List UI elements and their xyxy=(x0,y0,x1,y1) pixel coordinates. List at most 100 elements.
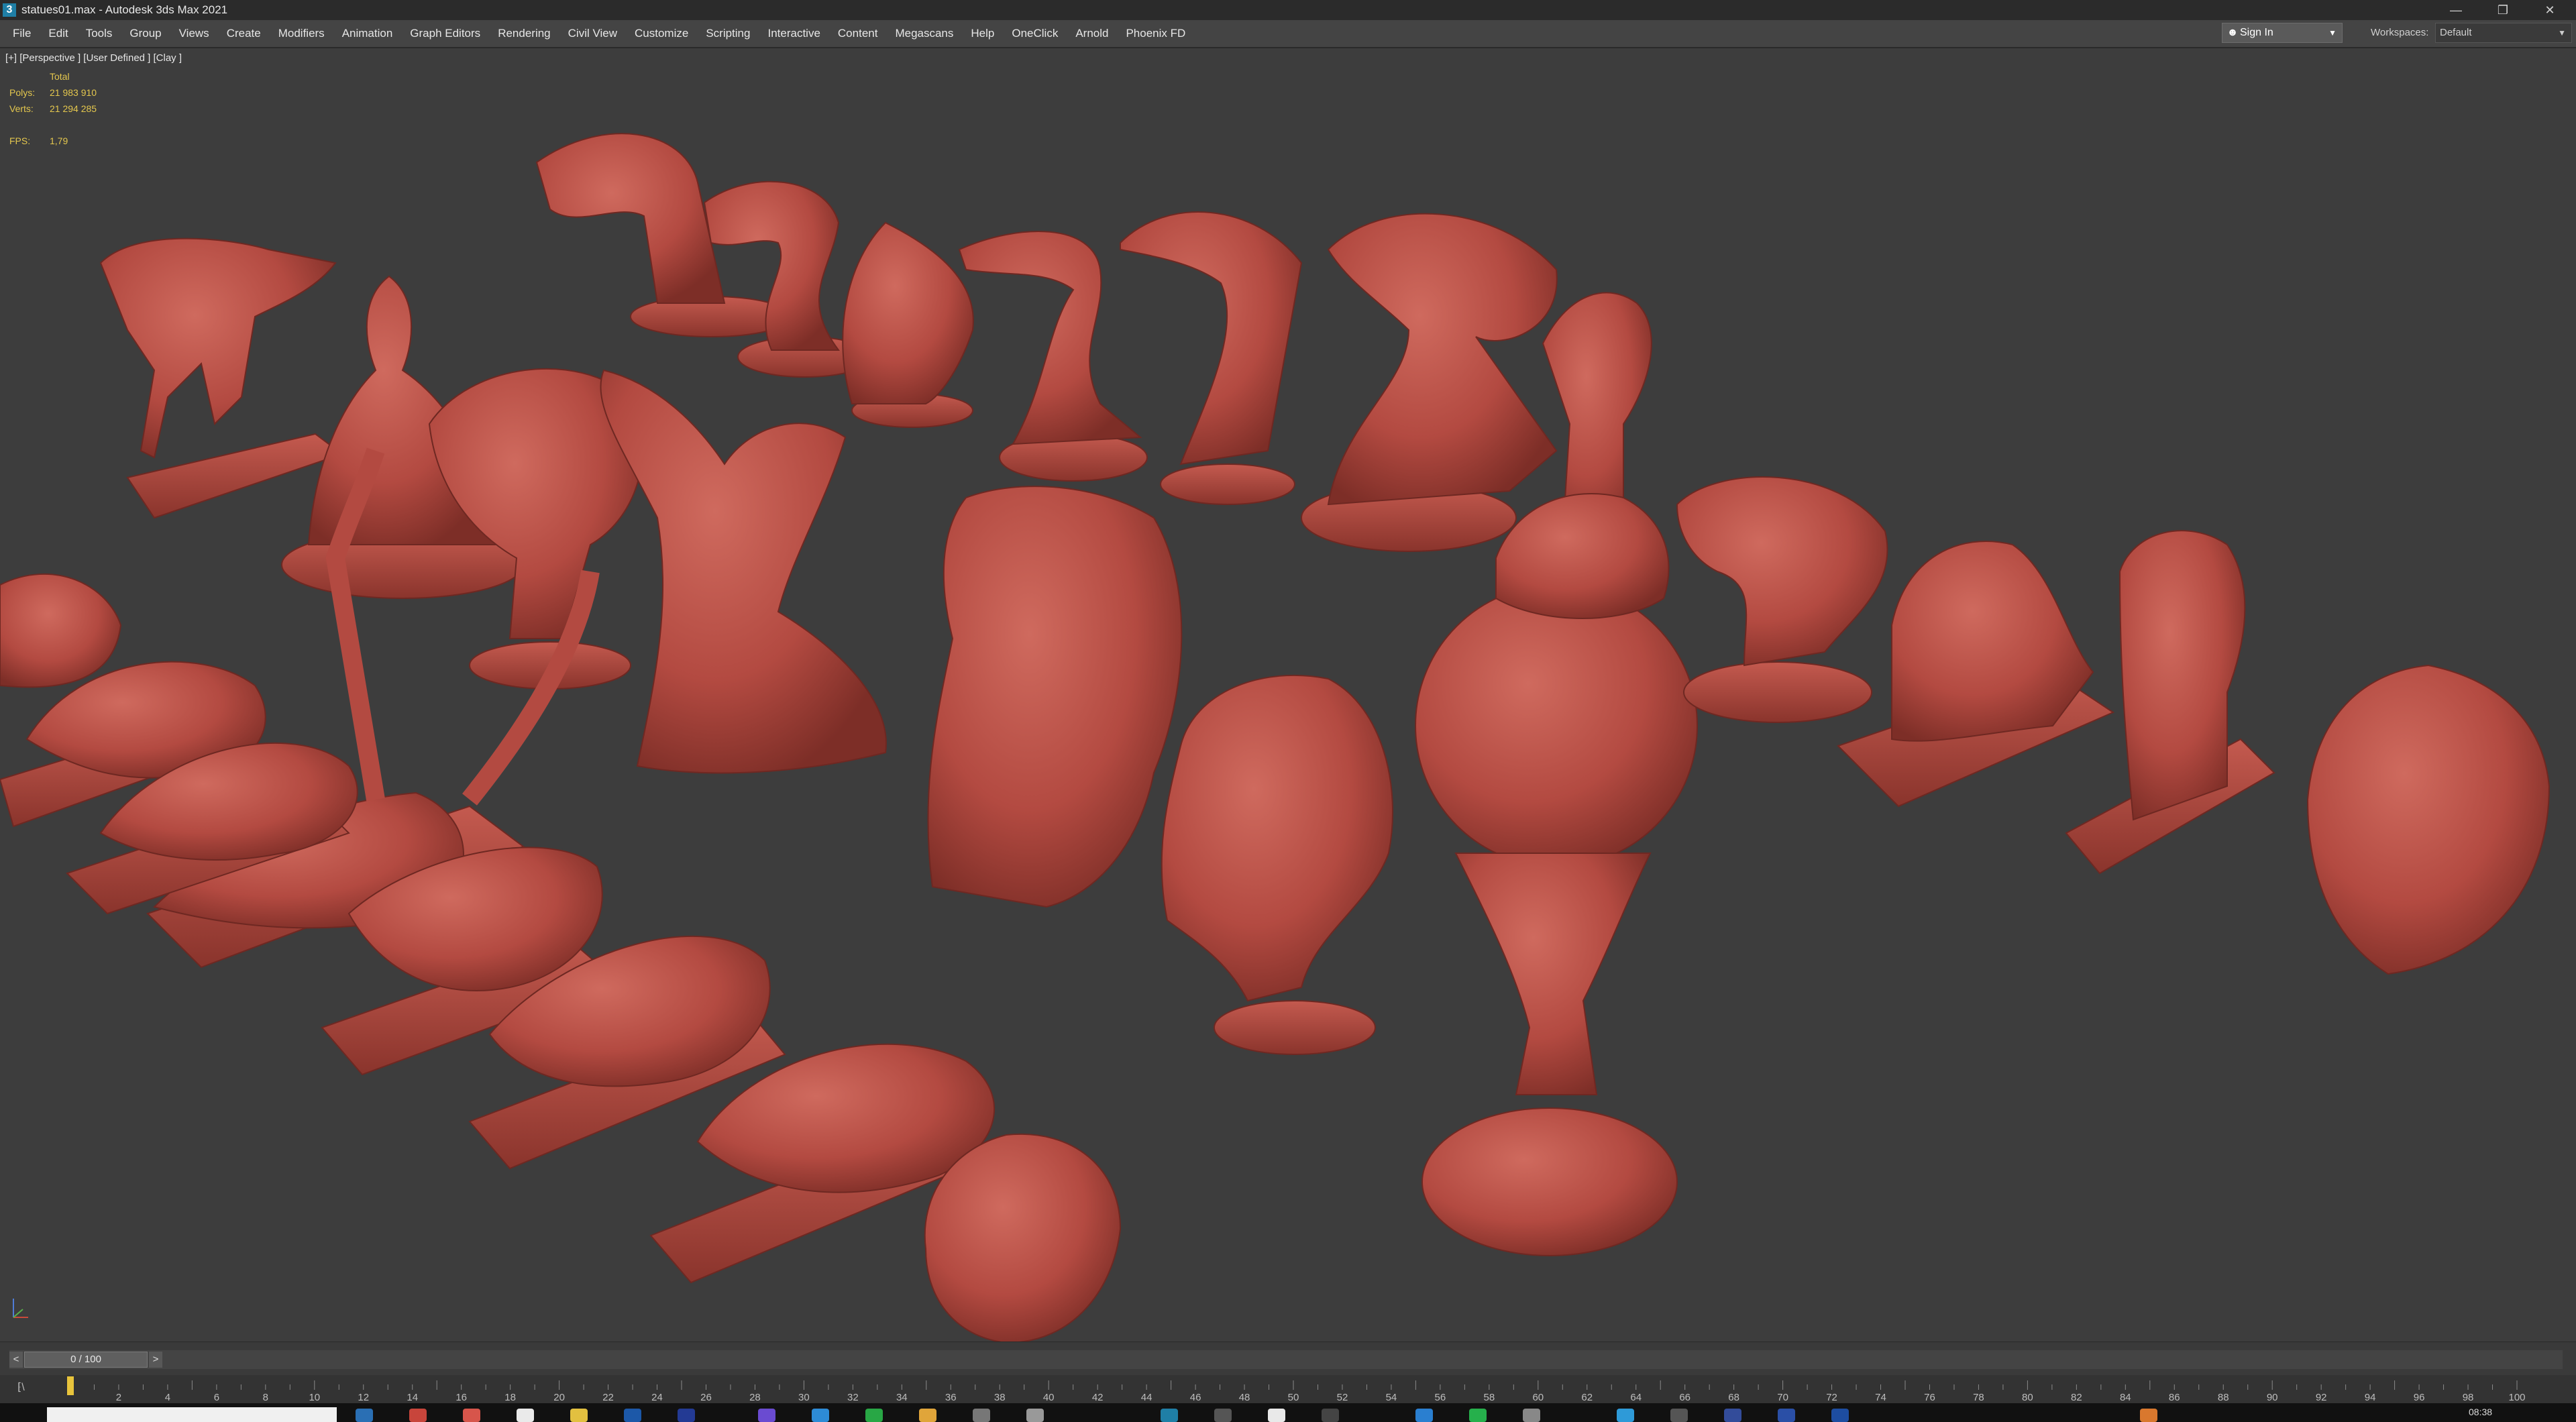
menu-modifiers[interactable]: Modifiers xyxy=(270,20,333,47)
frame-tick-label: 34 xyxy=(896,1392,908,1403)
frame-tick-label: 52 xyxy=(1337,1392,1348,1403)
frame-tick-label: 48 xyxy=(1239,1392,1250,1403)
menu-animation[interactable]: Animation xyxy=(333,20,402,47)
frame-tick-label: 68 xyxy=(1728,1392,1739,1403)
minimize-icon[interactable]: — xyxy=(2432,0,2479,20)
taskbar-app-icon[interactable] xyxy=(678,1409,695,1422)
frame-tick-label: 8 xyxy=(263,1392,268,1403)
polys-value: 21 983 910 xyxy=(50,87,97,98)
taskbar-app-icon[interactable] xyxy=(517,1409,534,1422)
frame-tick-label: 36 xyxy=(945,1392,957,1403)
frame-tick-label: 60 xyxy=(1532,1392,1544,1403)
frame-tick-label: 96 xyxy=(2414,1392,2425,1403)
current-frame-marker[interactable] xyxy=(67,1376,74,1395)
frame-ruler: 2 4 6 8 10 12 14 16 18 20 22 24 26 28 30 32 34 36 38 40 42 44… xyxy=(69,1380,2526,1403)
chevron-down-icon: ▼ xyxy=(2328,28,2337,38)
taskbar-app-icon[interactable] xyxy=(1415,1409,1433,1422)
taskbar-app-icon[interactable] xyxy=(1831,1409,1849,1422)
close-icon[interactable]: ✕ xyxy=(2526,0,2573,20)
frame-tick-label: 50 xyxy=(1288,1392,1299,1403)
frame-tick-label: 22 xyxy=(602,1392,614,1403)
menu-help[interactable]: Help xyxy=(962,20,1003,47)
taskbar-app-icon[interactable] xyxy=(356,1409,373,1422)
menu-rendering[interactable]: Rendering xyxy=(489,20,559,47)
track-bar[interactable]: 2 4 6 8 10 12 14 16 18 20 22 24 26 28 30 32 34 36 38 40 42 44… xyxy=(0,1375,2576,1403)
sign-in-button[interactable]: ☻ Sign In ▼ xyxy=(2222,23,2343,43)
taskbar-app-icon[interactable] xyxy=(624,1409,641,1422)
taskbar-app-icon[interactable] xyxy=(1778,1409,1795,1422)
taskbar-app-icon[interactable] xyxy=(758,1409,775,1422)
previous-frame-button[interactable]: < xyxy=(9,1352,23,1368)
frame-tick-label: 12 xyxy=(358,1392,369,1403)
menu-phoenix-fd[interactable]: Phoenix FD xyxy=(1117,20,1194,47)
taskbar-app-icon[interactable] xyxy=(1268,1409,1285,1422)
frame-tick-label: 30 xyxy=(798,1392,810,1403)
taskbar-app-icon[interactable] xyxy=(919,1409,936,1422)
wizard-bust xyxy=(1161,674,1393,1055)
taskbar-app-icon[interactable] xyxy=(865,1409,883,1422)
fairy-statue xyxy=(600,369,887,774)
perspective-viewport[interactable]: [+] [Perspective ] [User Defined ] [Clay… xyxy=(0,47,2576,1343)
frame-tick-label: 46 xyxy=(1190,1392,1201,1403)
taskbar-app-icon[interactable] xyxy=(1724,1409,1741,1422)
next-frame-button[interactable]: > xyxy=(149,1352,162,1368)
taskbar-app-icon[interactable] xyxy=(1469,1409,1487,1422)
taskbar-clock: 08:38 xyxy=(2469,1407,2493,1417)
gargoyle-statue xyxy=(1495,493,1670,619)
menu-create[interactable]: Create xyxy=(218,20,270,47)
verts-label: Verts: xyxy=(9,103,34,114)
menu-group[interactable]: Group xyxy=(121,20,170,47)
taskbar-app-icon[interactable] xyxy=(1670,1409,1688,1422)
menu-edit[interactable]: Edit xyxy=(40,20,76,47)
menu-tools[interactable]: Tools xyxy=(77,20,121,47)
taskbar-app-icon[interactable] xyxy=(1322,1409,1339,1422)
scene-render xyxy=(0,133,2551,1343)
taskbar-app-icon[interactable] xyxy=(1617,1409,1634,1422)
menu-oneclick[interactable]: OneClick xyxy=(1003,20,1067,47)
menu-arnold[interactable]: Arnold xyxy=(1067,20,1117,47)
taskbar-search-input[interactable] xyxy=(47,1407,337,1422)
flamingo-statue xyxy=(958,231,1148,482)
frame-tick-label: 2 xyxy=(116,1392,121,1403)
taskbar-app-icon[interactable] xyxy=(973,1409,990,1422)
time-slider-track[interactable] xyxy=(9,1350,2563,1369)
frame-tick-label: 32 xyxy=(847,1392,859,1403)
taskbar-3dsmax-icon[interactable] xyxy=(1161,1409,1178,1422)
frame-tick-label: 100 xyxy=(2508,1392,2525,1403)
taskbar-app-icon[interactable] xyxy=(1026,1409,1044,1422)
taskbar-app-icon[interactable] xyxy=(570,1409,588,1422)
menu-file[interactable]: File xyxy=(4,20,40,47)
menu-content[interactable]: Content xyxy=(829,20,887,47)
frame-tick-label: 24 xyxy=(651,1392,663,1403)
window-title: statues01.max - Autodesk 3ds Max 2021 xyxy=(21,3,228,16)
frame-tick-label: 84 xyxy=(2120,1392,2131,1403)
menu-civil-view[interactable]: Civil View xyxy=(559,20,626,47)
frame-tick-label: 20 xyxy=(553,1392,565,1403)
frame-tick-label: 64 xyxy=(1630,1392,1642,1403)
app-icon: 3 xyxy=(3,3,16,17)
menu-megascans[interactable]: Megascans xyxy=(886,20,962,47)
frame-tick-label: 10 xyxy=(309,1392,320,1403)
frame-tick-label: 88 xyxy=(2218,1392,2229,1403)
menu-views[interactable]: Views xyxy=(170,20,218,47)
viewport-statistics: Total Polys: 21 983 910 Verts: 21 294 28… xyxy=(9,68,97,149)
restore-icon[interactable]: ❐ xyxy=(2479,0,2526,20)
taskbar-app-icon[interactable] xyxy=(1214,1409,1232,1422)
taskbar-app-icon[interactable] xyxy=(409,1409,427,1422)
fps-label: FPS: xyxy=(9,135,31,146)
menu-interactive[interactable]: Interactive xyxy=(759,20,828,47)
key-icon[interactable]: ⁅\ xyxy=(17,1380,25,1394)
menu-scripting[interactable]: Scripting xyxy=(697,20,759,47)
frame-tick-label: 4 xyxy=(165,1392,170,1403)
menu-customize[interactable]: Customize xyxy=(626,20,697,47)
taskbar-app-icon[interactable] xyxy=(2140,1409,2157,1422)
viewport-label[interactable]: [+] [Perspective ] [User Defined ] [Clay… xyxy=(5,52,182,64)
menu-graph-editors[interactable]: Graph Editors xyxy=(401,20,489,47)
workspaces-dropdown[interactable]: Default ▼ xyxy=(2435,23,2572,43)
taskbar-app-icon[interactable] xyxy=(1523,1409,1540,1422)
time-slider-handle[interactable]: 0 / 100 xyxy=(24,1352,148,1368)
frame-tick-label: 98 xyxy=(2463,1392,2474,1403)
frame-tick-label: 76 xyxy=(1924,1392,1935,1403)
taskbar-app-icon[interactable] xyxy=(463,1409,480,1422)
taskbar-app-icon[interactable] xyxy=(812,1409,829,1422)
